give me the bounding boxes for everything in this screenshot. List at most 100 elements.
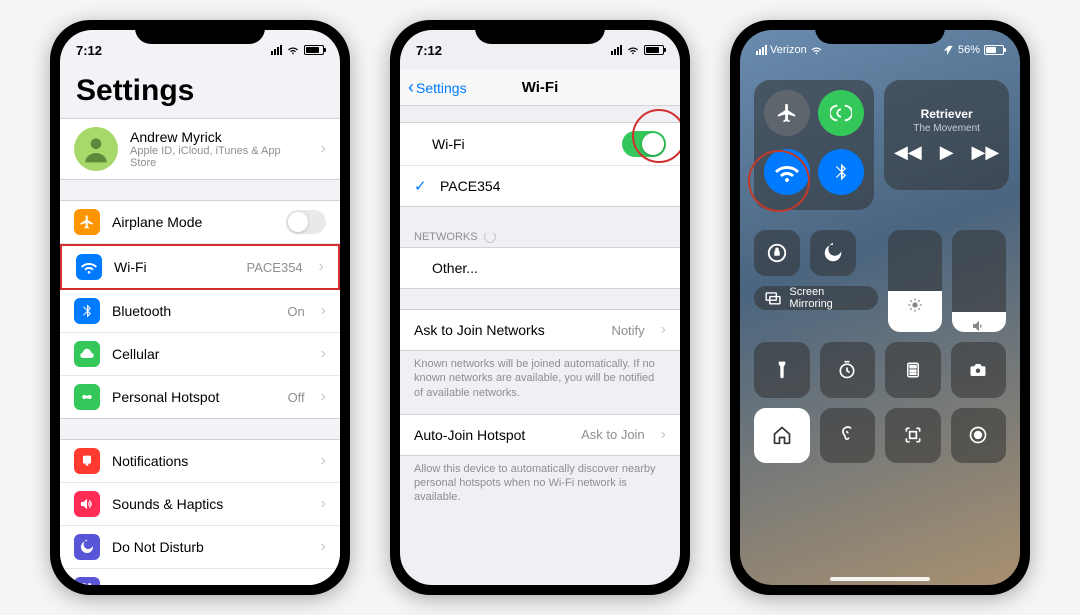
hotspot-row[interactable]: Personal Hotspot Off › xyxy=(60,376,340,418)
bluetooth-toggle[interactable] xyxy=(818,149,864,195)
wifi-toggle[interactable] xyxy=(764,149,810,195)
wifi-value: PACE354 xyxy=(247,260,303,275)
bluetooth-row[interactable]: Bluetooth On › xyxy=(60,290,340,333)
hotspot-value: Off xyxy=(288,390,305,405)
status-left: Verizon xyxy=(756,44,823,56)
hotspot-icon xyxy=(74,384,100,410)
hotspot-label: Personal Hotspot xyxy=(112,389,276,405)
auto-hotspot-footer: Allow this device to automatically disco… xyxy=(400,456,680,519)
home-tile[interactable] xyxy=(754,408,810,464)
timer-tile[interactable] xyxy=(820,342,876,398)
auto-hotspot-value: Ask to Join xyxy=(581,427,645,442)
wifi-icon xyxy=(626,45,640,55)
dnd-row[interactable]: Do Not Disturb › xyxy=(60,526,340,569)
ask-join-row[interactable]: Ask to Join Networks Notify › xyxy=(400,310,680,350)
sounds-icon xyxy=(74,491,100,517)
connected-network-row[interactable]: ✓ PACE354 xyxy=(400,166,680,206)
back-button[interactable]: ‹ Settings xyxy=(408,77,467,98)
cellular-icon xyxy=(74,341,100,367)
chevron-left-icon: ‹ xyxy=(408,77,414,98)
page-title: Settings xyxy=(60,70,340,118)
other-label: Other... xyxy=(432,260,666,276)
networks-header-text: NETWORKS xyxy=(414,231,478,243)
screentime-row[interactable]: Screen Time › xyxy=(60,569,340,585)
chevron-icon: › xyxy=(319,258,324,276)
home-indicator[interactable] xyxy=(830,577,930,581)
dnd-toggle[interactable] xyxy=(810,230,856,276)
notch xyxy=(135,20,265,44)
screen-control-center: Verizon 56% xyxy=(740,30,1020,585)
connected-name: PACE354 xyxy=(440,178,666,194)
wifi-toggle-group: Wi-Fi ✓ PACE354 xyxy=(400,122,680,207)
chevron-icon: › xyxy=(661,426,666,444)
dnd-icon xyxy=(74,534,100,560)
music-title: Retriever xyxy=(921,107,973,121)
phone-control-center: Verizon 56% xyxy=(730,20,1030,595)
networks-group: Other... xyxy=(400,247,680,289)
flashlight-tile[interactable] xyxy=(754,342,810,398)
profile-name: Andrew Myrick xyxy=(130,129,305,145)
airplane-toggle[interactable] xyxy=(764,90,810,136)
cellular-toggle[interactable] xyxy=(818,90,864,136)
airplane-label: Airplane Mode xyxy=(112,214,274,230)
nav-bar: ‹ Settings Wi-Fi xyxy=(400,70,680,106)
music-panel[interactable]: Retriever The Movement ◀◀ ▶ ▶▶ xyxy=(884,80,1009,190)
volume-slider[interactable] xyxy=(952,230,1006,332)
dnd-label: Do Not Disturb xyxy=(112,539,305,555)
notch xyxy=(815,20,945,44)
auto-hotspot-label: Auto-Join Hotspot xyxy=(414,427,569,443)
chevron-icon: › xyxy=(321,302,326,320)
play-icon[interactable]: ▶ xyxy=(940,142,954,163)
cc-top-row: Retriever The Movement ◀◀ ▶ ▶▶ xyxy=(740,70,1020,230)
chevron-icon: › xyxy=(321,538,326,556)
camera-tile[interactable] xyxy=(951,342,1007,398)
ask-join-value: Notify xyxy=(611,323,644,338)
notifications-row[interactable]: Notifications › xyxy=(60,440,340,483)
bluetooth-value: On xyxy=(287,304,304,319)
connectivity-panel[interactable] xyxy=(754,80,874,210)
wifi-icon xyxy=(286,45,300,55)
phone-settings: 7:12 Settings Andrew Myrick Apple ID, iC… xyxy=(50,20,350,595)
notch xyxy=(475,20,605,44)
hearing-tile[interactable] xyxy=(820,408,876,464)
other-network-row[interactable]: Other... xyxy=(400,248,680,288)
wifi-row[interactable]: Wi-Fi PACE354 › xyxy=(60,244,340,290)
airplane-icon xyxy=(74,209,100,235)
checkmark-icon: ✓ xyxy=(414,177,428,195)
screentime-label: Screen Time xyxy=(112,582,305,585)
profile-row[interactable]: Andrew Myrick Apple ID, iCloud, iTunes &… xyxy=(60,119,340,179)
wifi-icon xyxy=(810,45,823,55)
wifi-label: Wi-Fi xyxy=(114,259,235,275)
status-right xyxy=(271,45,324,55)
avatar xyxy=(74,127,118,171)
cellular-row[interactable]: Cellular › xyxy=(60,333,340,376)
screen-mirroring[interactable]: Screen Mirroring xyxy=(754,286,878,310)
back-label: Settings xyxy=(416,80,467,96)
wifi-toggle-label: Wi-Fi xyxy=(432,136,610,152)
record-tile[interactable] xyxy=(951,408,1007,464)
battery-icon xyxy=(644,45,664,55)
airplane-row[interactable]: Airplane Mode xyxy=(60,201,340,244)
carrier-label: Verizon xyxy=(770,44,807,56)
scan-tile[interactable] xyxy=(885,408,941,464)
wifi-switch[interactable] xyxy=(622,131,666,157)
calculator-tile[interactable] xyxy=(885,342,941,398)
sounds-row[interactable]: Sounds & Haptics › xyxy=(60,483,340,526)
status-time: 7:12 xyxy=(416,43,442,58)
airplane-switch[interactable] xyxy=(286,210,326,234)
signal-icon xyxy=(756,45,767,55)
brightness-slider[interactable] xyxy=(888,230,942,332)
wifi-toggle-row[interactable]: Wi-Fi xyxy=(400,123,680,166)
prev-icon[interactable]: ◀◀ xyxy=(894,142,922,163)
next-icon[interactable]: ▶▶ xyxy=(972,142,1000,163)
orientation-lock[interactable] xyxy=(754,230,800,276)
chevron-icon: › xyxy=(321,140,326,158)
chevron-icon: › xyxy=(321,495,326,513)
battery-pct: 56% xyxy=(958,44,980,56)
status-time: 7:12 xyxy=(76,43,102,58)
auto-hotspot-group: Auto-Join Hotspot Ask to Join › xyxy=(400,414,680,456)
auto-hotspot-row[interactable]: Auto-Join Hotspot Ask to Join › xyxy=(400,415,680,455)
nav-title: Wi-Fi xyxy=(522,79,559,96)
chevron-icon: › xyxy=(321,581,326,585)
bluetooth-label: Bluetooth xyxy=(112,303,275,319)
